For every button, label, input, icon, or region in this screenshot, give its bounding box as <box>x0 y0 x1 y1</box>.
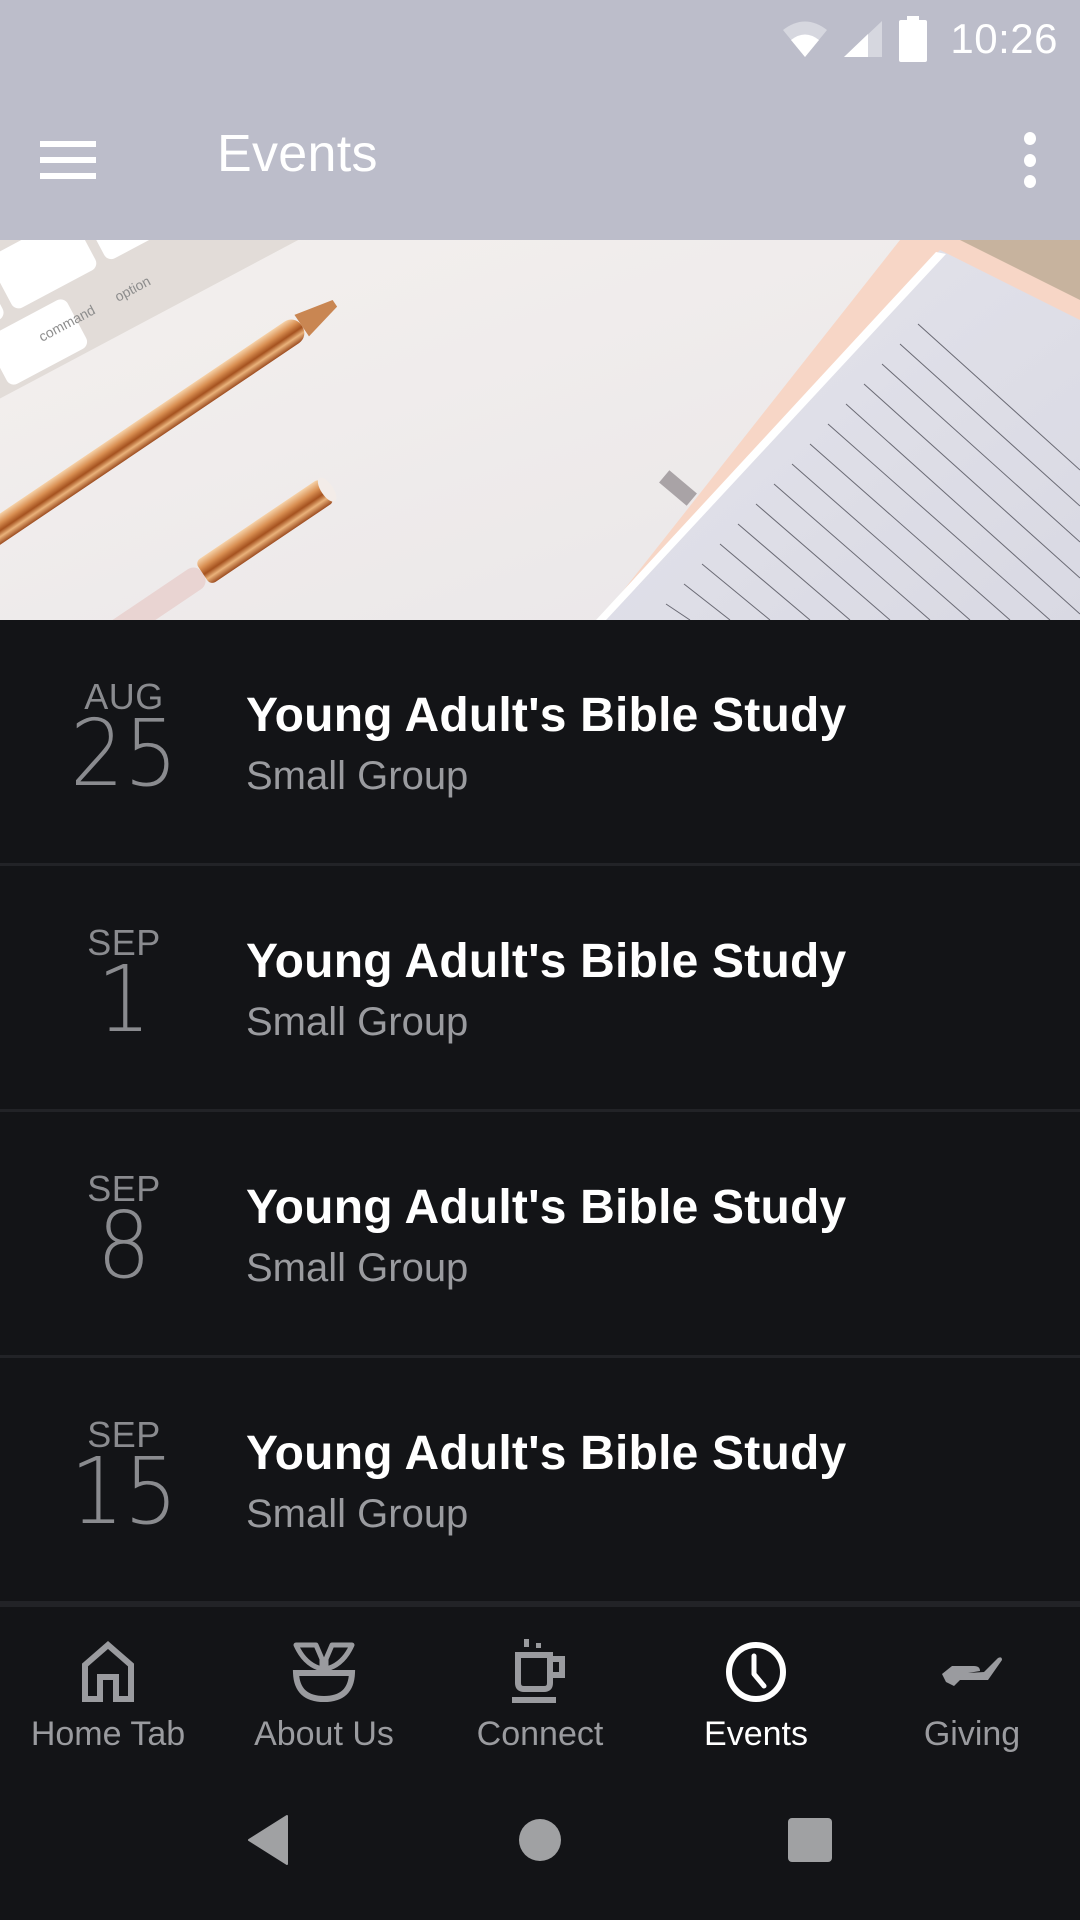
app-bar: Events <box>0 78 1080 240</box>
cell-signal-icon <box>844 21 883 57</box>
wifi-icon <box>783 21 828 57</box>
event-title: Young Adult's Bible Study <box>246 1181 847 1234</box>
event-day: 1 <box>97 946 151 1053</box>
tab-label: Giving <box>923 1715 1021 1753</box>
event-day: 8 <box>97 1192 151 1299</box>
event-subtitle: Small Group <box>246 754 469 798</box>
recents-button[interactable] <box>760 1800 860 1880</box>
event-subtitle: Small Group <box>246 1492 469 1536</box>
status-time: 10:26 <box>950 15 1058 62</box>
banner-image: command option <box>0 240 1080 620</box>
status-bar: 10:26 <box>0 0 1080 78</box>
tab-giving[interactable]: Giving <box>864 1607 1080 1760</box>
tab-label: Home Tab <box>30 1715 186 1753</box>
home-icon <box>73 1637 143 1707</box>
battery-icon <box>899 16 928 62</box>
back-icon <box>248 1815 288 1865</box>
event-day: 25 <box>70 700 178 807</box>
back-button[interactable] <box>218 1800 318 1880</box>
tab-connect[interactable]: Connect <box>432 1607 648 1760</box>
event-title: Young Adult's Bible Study <box>246 935 847 988</box>
event-list-item[interactable]: SEP 8 Young Adult's Bible Study Small Gr… <box>0 1112 1080 1358</box>
tab-about-us[interactable]: About Us <box>216 1607 432 1760</box>
event-day: 15 <box>70 1438 178 1545</box>
bottom-tab-bar: Home Tab About Us Connect Events Giving <box>0 1604 1080 1760</box>
event-list-item[interactable]: AUG 25 Young Adult's Bible Study Small G… <box>0 620 1080 866</box>
giving-hand-icon <box>937 1637 1007 1707</box>
coffee-cup-icon <box>505 1637 575 1707</box>
status-icons: 10:26 <box>782 12 1058 66</box>
system-nav-bar <box>0 1760 1080 1920</box>
tab-label: Connect <box>476 1715 604 1753</box>
tab-label: Events <box>704 1715 808 1753</box>
event-subtitle: Small Group <box>246 1246 469 1290</box>
page-title: Events <box>217 125 378 183</box>
events-list: AUG 25 Young Adult's Bible Study Small G… <box>0 620 1080 1604</box>
event-subtitle: Small Group <box>246 1000 469 1044</box>
tab-events[interactable]: Events <box>648 1607 864 1760</box>
event-title: Young Adult's Bible Study <box>246 689 847 742</box>
tab-home[interactable]: Home Tab <box>0 1607 216 1760</box>
more-vert-icon <box>1024 132 1036 145</box>
recents-square-icon <box>788 1818 832 1862</box>
home-button[interactable] <box>490 1800 590 1880</box>
event-list-item[interactable]: SEP 15 Young Adult's Bible Study Small G… <box>0 1358 1080 1604</box>
event-title: Young Adult's Bible Study <box>246 1427 847 1480</box>
plant-bowl-icon <box>289 1637 359 1707</box>
hamburger-menu-icon <box>40 141 96 179</box>
home-circle-icon <box>519 1819 561 1861</box>
banner-illustration: command option <box>0 240 1080 620</box>
menu-button[interactable] <box>40 128 128 192</box>
tab-label: About Us <box>254 1715 394 1753</box>
overflow-menu-button[interactable] <box>1010 126 1050 194</box>
clock-icon <box>721 1637 791 1707</box>
event-list-item[interactable]: SEP 1 Young Adult's Bible Study Small Gr… <box>0 866 1080 1112</box>
